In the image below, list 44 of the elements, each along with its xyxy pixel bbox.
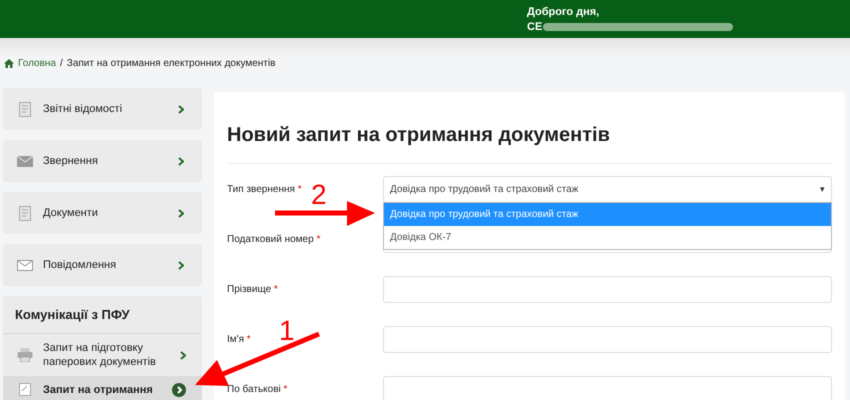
sidebar-item[interactable]: Запит на підготовку паперових документів [3, 334, 202, 376]
document-icon [17, 102, 33, 116]
annotation-number: 1 [279, 315, 295, 346]
sidebar-item-label: Повідомлення [43, 259, 118, 271]
chevron-circle-icon [172, 382, 186, 397]
user-name: СЕ [527, 20, 542, 32]
breadcrumb-current: Запит на отримання електронних документів [66, 58, 276, 68]
printer-icon [17, 348, 33, 362]
chevron-right-icon [178, 260, 184, 270]
envelope-icon [17, 156, 33, 166]
breadcrumb-separator: / [60, 58, 63, 68]
sidebar-item[interactable]: Запит на отримання [3, 376, 202, 400]
field-label: По батькові * [227, 384, 288, 394]
form-icon [17, 383, 33, 396]
chevron-right-icon [178, 104, 184, 114]
sidebar-item-label: Запит на підготовку паперових документів [43, 341, 157, 370]
sidebar-item-label: Документи [43, 207, 99, 219]
sidebar-item[interactable]: Документи [3, 192, 202, 234]
field-label: Податковий номер * [227, 234, 320, 244]
sidebar-item-label: Звітні відомості [43, 103, 124, 115]
sidebar-item[interactable]: Звітні відомості [3, 88, 202, 130]
chevron-right-icon [178, 156, 184, 166]
input-field[interactable] [383, 376, 832, 400]
form-title: Новий запит на отримання документів [227, 124, 832, 164]
sidebar-item-label: Запит на отримання [43, 382, 154, 397]
greeting-text: Доброго дня, [527, 6, 600, 18]
chevron-right-icon [178, 208, 184, 218]
document-icon [17, 206, 33, 220]
field-label: Тип звернення * [227, 184, 302, 194]
sidebar-item[interactable]: Звернення [3, 140, 202, 182]
section-title: Комунікації з ПФУ [3, 296, 202, 334]
dropdown-option[interactable]: Довідка ОК-7 [384, 226, 831, 248]
home-link[interactable]: Головна [18, 58, 56, 68]
input-field[interactable] [383, 276, 832, 302]
envelope-icon [17, 260, 33, 270]
sidebar-item[interactable]: Повідомлення [3, 244, 202, 286]
annotation-number: 2 [311, 180, 327, 210]
caret-icon: ▾ [820, 184, 825, 194]
input-field[interactable] [383, 326, 832, 352]
field-label: Прізвище * [227, 284, 278, 294]
home-icon [4, 58, 14, 68]
sidebar-item-label: Звернення [43, 155, 99, 167]
chevron-right-icon [180, 350, 186, 360]
field-label: Ім'я * [227, 334, 251, 344]
